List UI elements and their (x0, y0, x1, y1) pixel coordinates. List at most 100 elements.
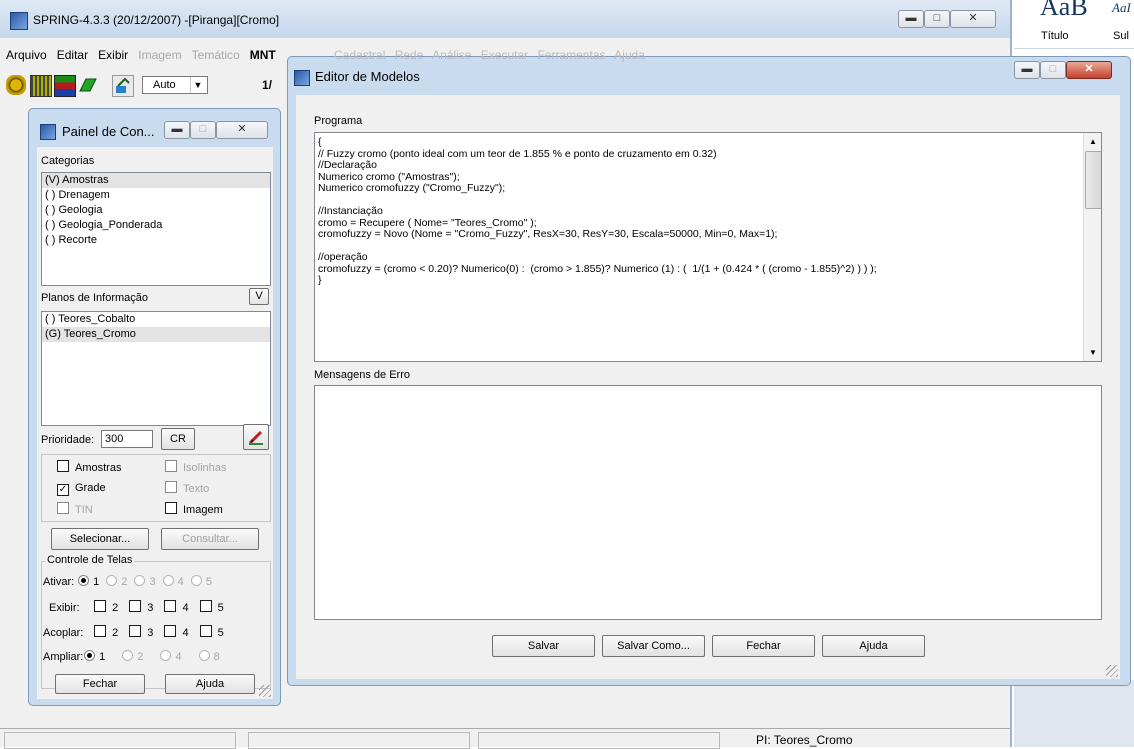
vertical-scrollbar[interactable]: ▲ ▼ (1083, 133, 1101, 361)
checkbox-checked[interactable]: ✓ (57, 484, 69, 496)
check-texto[interactable]: Texto (165, 481, 209, 495)
ampliar-option[interactable]: 2 (122, 650, 143, 663)
code-line: cromofuzzy = (cromo < 0.20)? Numerico(0)… (318, 262, 877, 275)
ativar-row: Ativar: 1 2 3 4 5 (43, 575, 216, 588)
editor-close-button[interactable]: ✕ (1066, 61, 1112, 79)
code-line: //Instanciação (318, 205, 383, 217)
menu-imagem[interactable]: Imagem (138, 45, 181, 65)
list-item[interactable]: (G) Teores_Cromo (42, 327, 270, 342)
painel-fechar-button[interactable]: Fechar (55, 674, 145, 694)
planos-list[interactable]: ( ) Teores_Cobalto (G) Teores_Cromo (41, 311, 271, 426)
acoplar-option[interactable]: 3 (129, 625, 153, 639)
list-item[interactable]: ( ) Drenagem (42, 188, 270, 203)
chevron-down-icon[interactable]: ▼ (190, 77, 205, 93)
ajuda-button[interactable]: Ajuda (822, 635, 925, 657)
painel-title: Painel de Con... (62, 124, 155, 139)
painel-minimize-button[interactable]: ▬ (164, 121, 190, 139)
checkbox[interactable] (165, 460, 177, 472)
salvar-button[interactable]: Salvar (492, 635, 595, 657)
ampliar-option[interactable]: 1 (84, 650, 105, 663)
style-subtitle-label[interactable]: Sul (1113, 30, 1129, 42)
ampliar-label: Ampliar: (43, 651, 84, 663)
database-icon[interactable] (6, 75, 26, 95)
style-sample[interactable]: AaB (1040, 0, 1088, 22)
salvar-como-button[interactable]: Salvar Como... (602, 635, 705, 657)
style-sample-small[interactable]: AaI (1112, 0, 1131, 16)
acoplar-option[interactable]: 5 (199, 625, 224, 639)
acoplar-option[interactable]: 2 (94, 625, 118, 639)
ativar-option[interactable]: 1 (78, 575, 99, 588)
exibir-option[interactable]: 2 (94, 600, 118, 614)
layers-icon[interactable] (54, 75, 76, 97)
exibir-option[interactable]: 4 (164, 600, 189, 614)
project-icon[interactable] (30, 75, 52, 97)
check-isolinhas[interactable]: Isolinhas (165, 460, 226, 474)
menu-arquivo[interactable]: Arquivo (6, 45, 47, 65)
mensagens-area[interactable] (314, 385, 1102, 620)
mensagens-label: Mensagens de Erro (314, 369, 410, 381)
selecionar-button[interactable]: Selecionar... (51, 528, 149, 550)
list-item[interactable]: ( ) Teores_Cobalto (42, 312, 270, 327)
categorias-list[interactable]: (V) Amostras ( ) Drenagem ( ) Geologia (… (41, 172, 271, 286)
scale-select[interactable]: Auto ▼ (142, 76, 208, 94)
programa-label: Programa (314, 115, 363, 127)
status-cell (248, 732, 470, 749)
menu-tematico[interactable]: Temático (192, 45, 240, 65)
consultar-button[interactable]: Consultar... (161, 528, 259, 550)
document-edge (1014, 680, 1134, 747)
menu-editar[interactable]: Editar (57, 45, 88, 65)
editor-maximize-button[interactable]: □ (1040, 61, 1066, 79)
editor-icon (294, 70, 310, 86)
maximize-button[interactable]: □ (924, 10, 950, 28)
color-edit-button[interactable] (243, 424, 269, 450)
menu-mnt[interactable]: MNT (250, 45, 276, 65)
exibir-option[interactable]: 3 (129, 600, 153, 614)
style-title-label[interactable]: Título (1041, 30, 1069, 42)
painel-close-button[interactable]: ✕ (216, 121, 268, 139)
resize-grip-icon[interactable] (259, 685, 271, 697)
ativar-option[interactable]: 3 (134, 575, 156, 588)
scroll-thumb[interactable] (1085, 151, 1101, 209)
check-amostras[interactable]: Amostras (57, 460, 121, 474)
close-button[interactable]: ✕ (950, 10, 996, 28)
cr-button[interactable]: CR (161, 428, 195, 450)
minimize-button[interactable]: ▬ (898, 10, 924, 28)
prioridade-input[interactable]: 300 (101, 430, 153, 448)
exibir-label: Exibir: (49, 602, 80, 614)
list-item[interactable]: (V) Amostras (42, 173, 270, 188)
ativar-option[interactable]: 2 (106, 575, 127, 588)
acoplar-option[interactable]: 4 (164, 625, 189, 639)
ativar-option[interactable]: 5 (190, 575, 212, 588)
status-cell (478, 732, 720, 749)
checkbox[interactable] (57, 460, 69, 472)
menu-exibir[interactable]: Exibir (98, 45, 128, 65)
scroll-down-icon[interactable]: ▼ (1084, 344, 1101, 361)
scroll-up-icon[interactable]: ▲ (1084, 133, 1101, 150)
checkbox[interactable] (165, 481, 177, 493)
planos-v-button[interactable]: V (249, 288, 269, 305)
ampliar-option[interactable]: 4 (160, 650, 182, 663)
painel-window: Painel de Con... ▬ □ ✕ Categorias (V) Am… (28, 108, 281, 706)
checkbox[interactable] (57, 502, 69, 514)
list-item[interactable]: ( ) Geologia (42, 203, 270, 218)
scale-select-value: Auto (153, 79, 176, 91)
resize-grip-icon[interactable] (1106, 665, 1118, 677)
checkbox[interactable] (165, 502, 177, 514)
list-item[interactable]: ( ) Geologia_Ponderada (42, 218, 270, 233)
painel-ajuda-button[interactable]: Ajuda (165, 674, 255, 694)
check-grade[interactable]: ✓ Grade (57, 481, 106, 496)
check-imagem[interactable]: Imagem (165, 502, 223, 516)
status-bar: PI: Teores_Cromo (0, 728, 1010, 749)
polygon-icon[interactable] (78, 75, 98, 95)
editor-minimize-button[interactable]: ▬ (1014, 61, 1040, 79)
ativar-option[interactable]: 4 (162, 575, 184, 588)
fechar-button[interactable]: Fechar (712, 635, 815, 657)
painel-maximize-button[interactable]: □ (190, 121, 216, 139)
draw-icon[interactable] (112, 75, 134, 97)
programa-editor[interactable]: { // Fuzzy cromo (ponto ideal com um teo… (314, 132, 1102, 362)
exibir-option[interactable]: 5 (199, 600, 224, 614)
main-title-bar: SPRING-4.3.3 (20/12/2007) -[Piranga][Cro… (0, 0, 1010, 38)
check-tin[interactable]: TIN (57, 502, 93, 516)
ampliar-option[interactable]: 8 (198, 650, 220, 663)
list-item[interactable]: ( ) Recorte (42, 233, 270, 248)
